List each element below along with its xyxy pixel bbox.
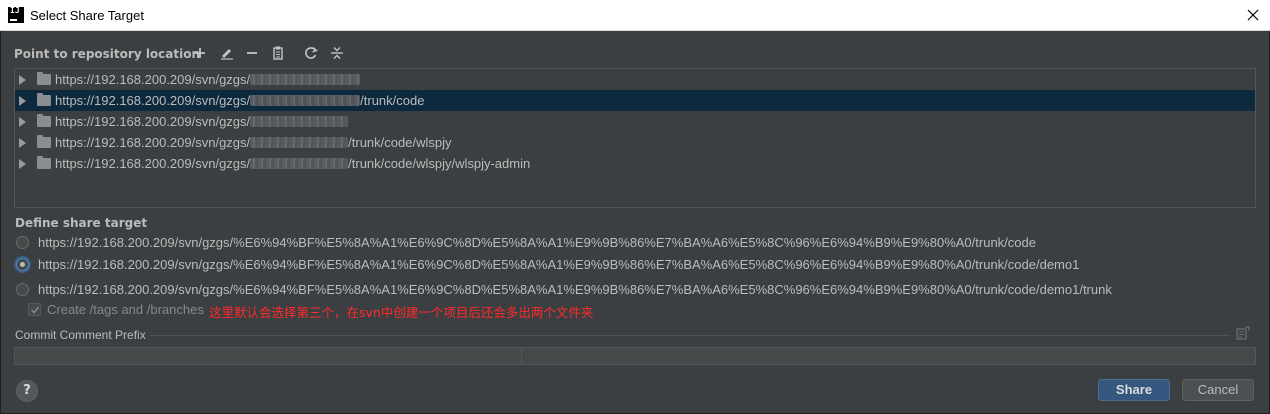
- expand-arrow-icon[interactable]: [19, 138, 26, 148]
- check-mark-icon: [30, 306, 40, 314]
- define-share-target-label: Define share target: [15, 216, 148, 230]
- tree-row[interactable]: https://192.168.200.209/svn/gzgs/: [15, 69, 1255, 90]
- remove-icon[interactable]: [244, 45, 260, 61]
- close-icon[interactable]: [1244, 6, 1262, 24]
- tree-row-label: https://192.168.200.209/svn/gzgs//trunk/…: [55, 135, 452, 150]
- commit-comment-prefix-input[interactable]: [14, 347, 1256, 365]
- folder-icon: [37, 135, 51, 148]
- folder-icon: [37, 93, 51, 106]
- commit-comment-prefix-label: Commit Comment Prefix: [15, 328, 146, 342]
- intellij-app-icon: IJ: [8, 7, 24, 23]
- help-button[interactable]: ?: [16, 380, 38, 402]
- share-target-url: https://192.168.200.209/svn/gzgs/%E6%94%…: [38, 235, 1036, 250]
- tree-row-label: https://192.168.200.209/svn/gzgs//trunk/…: [55, 156, 531, 171]
- folder-icon: [37, 156, 51, 169]
- radio-button-selected[interactable]: [16, 258, 29, 271]
- red-annotation-text: 这里默认会选择第三个，在svn中创建一个项目后还会多出两个文件夹: [209, 305, 594, 320]
- expand-arrow-icon[interactable]: [19, 96, 26, 106]
- add-icon[interactable]: [192, 45, 208, 61]
- clipboard-icon[interactable]: [270, 45, 286, 61]
- share-target-url: https://192.168.200.209/svn/gzgs/%E6%94%…: [38, 257, 1080, 272]
- share-target-url: https://192.168.200.209/svn/gzgs/%E6%94%…: [38, 282, 1112, 297]
- message-history-icon[interactable]: [1236, 326, 1250, 340]
- tree-row[interactable]: https://192.168.200.209/svn/gzgs/: [15, 111, 1255, 132]
- expand-arrow-icon[interactable]: [19, 75, 26, 85]
- repository-tree[interactable]: https://192.168.200.209/svn/gzgs/ https:…: [14, 68, 1256, 208]
- radio-button[interactable]: [16, 236, 29, 249]
- create-tags-branches-label: Create /tags and /branches: [47, 302, 204, 317]
- window-titlebar: IJ Select Share Target: [0, 0, 1270, 31]
- radio-button[interactable]: [16, 283, 29, 296]
- expand-arrow-icon[interactable]: [19, 117, 26, 127]
- edit-icon[interactable]: [219, 45, 235, 61]
- folder-icon: [37, 72, 51, 85]
- refresh-icon[interactable]: [303, 45, 319, 61]
- share-button[interactable]: Share: [1098, 379, 1170, 401]
- tree-row[interactable]: https://192.168.200.209/svn/gzgs//trunk/…: [15, 153, 1255, 174]
- create-tags-branches-checkbox[interactable]: [28, 303, 41, 316]
- collapse-icon[interactable]: [329, 45, 345, 61]
- tree-row-label: https://192.168.200.209/svn/gzgs/: [55, 72, 361, 87]
- tree-row-label: https://192.168.200.209/svn/gzgs//trunk/…: [55, 93, 425, 108]
- window-title: Select Share Target: [30, 8, 144, 23]
- tree-row-label: https://192.168.200.209/svn/gzgs/: [55, 114, 349, 129]
- cancel-button[interactable]: Cancel: [1182, 379, 1254, 401]
- expand-arrow-icon[interactable]: [19, 159, 26, 169]
- separator-line: [150, 335, 1230, 336]
- tree-row[interactable]: https://192.168.200.209/svn/gzgs//trunk/…: [15, 90, 1255, 111]
- tree-row[interactable]: https://192.168.200.209/svn/gzgs//trunk/…: [15, 132, 1255, 153]
- field-divider: [521, 348, 522, 364]
- folder-icon: [37, 114, 51, 127]
- repository-location-label: Point to repository location: [14, 47, 201, 61]
